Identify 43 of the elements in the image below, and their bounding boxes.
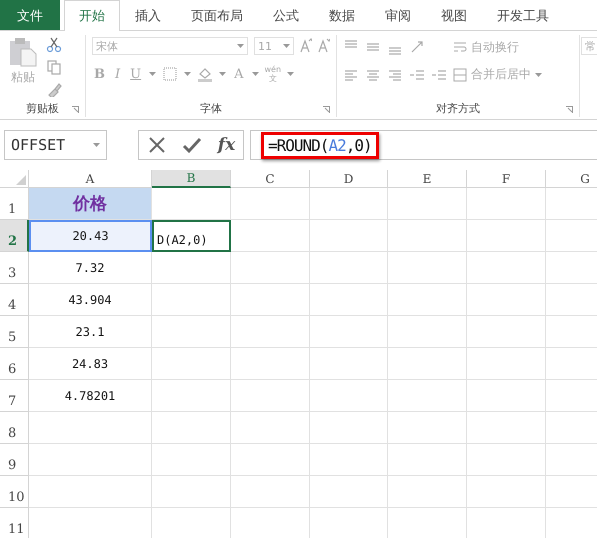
file-menu-tab[interactable]: 文件 [0, 0, 60, 30]
group-label: 字体 [200, 100, 222, 116]
corner-triangle-icon [16, 175, 26, 185]
row-header[interactable]: 1 [0, 188, 29, 220]
row-header[interactable]: 5 [0, 316, 29, 348]
row-header[interactable]: 6 [0, 348, 29, 380]
check-icon[interactable] [182, 135, 202, 155]
column-header[interactable]: E [388, 170, 467, 188]
table-cell: 43.904 [29, 284, 152, 316]
merge-cells-icon [453, 68, 467, 82]
column-header[interactable]: A [29, 170, 152, 188]
clipboard-icon [9, 37, 37, 67]
column-header[interactable]: D [310, 170, 388, 188]
row-header[interactable]: 9 [0, 444, 29, 476]
wrap-text-icon [453, 40, 467, 54]
table-cell: D(A2,0) [152, 220, 231, 252]
table-cell: 23.1 [29, 316, 152, 348]
column-header[interactable]: C [231, 170, 310, 188]
name-box[interactable]: OFFSET [4, 130, 107, 160]
insert-function-button[interactable]: fx [218, 135, 236, 155]
group-label: 对齐方式 [436, 100, 480, 116]
caret-icon[interactable] [535, 72, 542, 76]
formula-bar[interactable]: =ROUND(A2,0) [250, 130, 597, 160]
table-cell: 24.83 [29, 348, 152, 380]
ribbon-tab[interactable]: 开始 [64, 0, 120, 31]
formula-text: =ROUND(A2,0) [261, 132, 379, 158]
table-cell: 价格 [29, 188, 152, 220]
group-label: 剪贴板 [26, 100, 59, 116]
row-header[interactable]: 10 [0, 476, 29, 508]
caret-icon[interactable] [93, 143, 100, 147]
caret-icon[interactable] [237, 44, 244, 48]
row-header[interactable]: 4 [0, 284, 29, 316]
row-header[interactable]: 8 [0, 412, 29, 444]
table-cell: 4.78201 [29, 380, 152, 412]
column-header[interactable]: B [152, 170, 231, 188]
column-header[interactable]: F [467, 170, 546, 188]
table-cell: 20.43 [29, 220, 152, 252]
row-header[interactable]: 2 [0, 220, 29, 252]
row-header[interactable]: 3 [0, 252, 29, 284]
caret-icon[interactable] [283, 44, 290, 48]
row-header[interactable]: 7 [0, 380, 29, 412]
table-cell: 7.32 [29, 252, 152, 284]
cancel-icon[interactable] [146, 135, 167, 155]
